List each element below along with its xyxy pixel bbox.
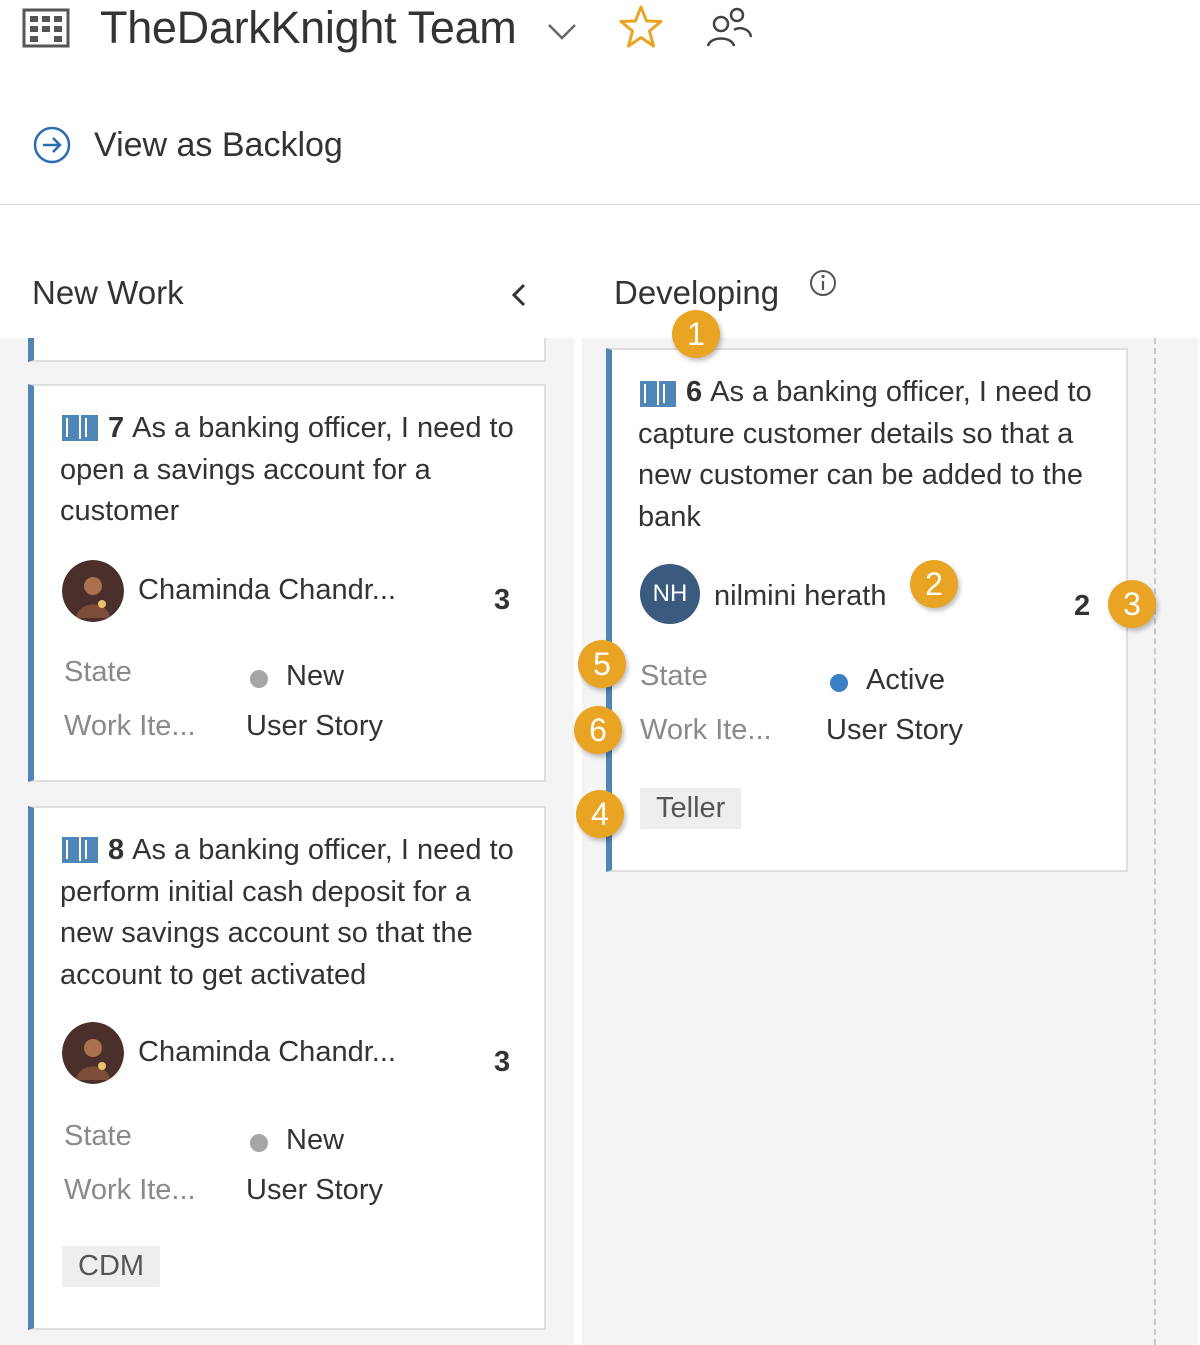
card-6[interactable]: 6 As a banking officer, I need to capture… bbox=[606, 348, 1128, 872]
board-grid-icon bbox=[22, 8, 70, 48]
state-value[interactable]: New bbox=[286, 1124, 344, 1157]
avatar bbox=[62, 1022, 124, 1084]
work-item-type-label: Work Ite... bbox=[64, 1174, 196, 1206]
callout-5: 5 bbox=[578, 640, 626, 688]
arrow-circle-right-icon bbox=[33, 126, 71, 164]
column-title-developing: Developing bbox=[614, 274, 780, 311]
state-label: State bbox=[64, 656, 132, 688]
state-dot-icon bbox=[830, 674, 848, 692]
card-8[interactable]: 8 As a banking officer, I need to perform… bbox=[28, 806, 546, 1330]
work-item-type-value[interactable]: User Story bbox=[826, 714, 963, 747]
tag-badge[interactable]: Teller bbox=[640, 788, 742, 829]
work-item-type-label: Work Ite... bbox=[64, 710, 196, 742]
story-points[interactable]: 3 bbox=[494, 1046, 510, 1079]
card-title: As a banking officer, I need to capture … bbox=[638, 376, 1092, 533]
card-id: 6 bbox=[686, 376, 703, 408]
card-id: 7 bbox=[108, 412, 125, 444]
callout-6: 6 bbox=[574, 706, 622, 754]
column-title-new-work: New Work bbox=[32, 274, 184, 311]
story-points[interactable]: 2 bbox=[1074, 590, 1090, 623]
header-divider bbox=[0, 204, 1200, 205]
story-points[interactable]: 3 bbox=[494, 584, 510, 617]
work-item-type-label: Work Ite... bbox=[640, 714, 772, 746]
collapse-chevron-icon[interactable] bbox=[502, 278, 536, 312]
assignee-name[interactable]: Chaminda Chandr... bbox=[138, 1036, 396, 1069]
team-name[interactable]: TheDarkKnight Team bbox=[100, 2, 517, 54]
info-icon[interactable] bbox=[808, 268, 838, 298]
card-7[interactable]: 7 As a banking officer, I need to open a … bbox=[28, 384, 546, 782]
state-label: State bbox=[64, 1120, 132, 1152]
lane-dashed-border bbox=[1154, 338, 1156, 1345]
star-icon[interactable] bbox=[618, 4, 664, 50]
card-title-link[interactable]: 6 As a banking officer, I need to capture… bbox=[638, 372, 1108, 538]
card-id: 8 bbox=[108, 834, 125, 866]
chevron-down-icon[interactable] bbox=[544, 16, 580, 46]
card-title: As a banking officer, I need to perform … bbox=[60, 834, 514, 991]
tag-badge[interactable]: CDM bbox=[62, 1246, 161, 1287]
card-title-link[interactable]: 7 As a banking officer, I need to open a … bbox=[60, 408, 530, 533]
state-value[interactable]: Active bbox=[866, 664, 945, 697]
callout-3: 3 bbox=[1108, 580, 1156, 628]
callout-4: 4 bbox=[576, 790, 624, 838]
state-dot-icon bbox=[250, 1134, 268, 1152]
card-title: As a banking officer, I need to open a s… bbox=[60, 412, 514, 527]
assignee-name[interactable]: Chaminda Chandr... bbox=[138, 574, 396, 607]
view-as-backlog-label: View as Backlog bbox=[94, 125, 343, 164]
callout-1: 1 bbox=[672, 310, 720, 358]
people-icon[interactable] bbox=[704, 4, 754, 50]
assignee-name[interactable]: nilmini herath bbox=[714, 580, 886, 613]
view-as-backlog-link[interactable]: View as Backlog bbox=[32, 120, 343, 170]
card-title-link[interactable]: 8 As a banking officer, I need to perform… bbox=[60, 830, 530, 996]
state-dot-icon bbox=[250, 670, 268, 688]
card-partial[interactable] bbox=[28, 338, 546, 362]
callout-2: 2 bbox=[910, 560, 958, 608]
avatar bbox=[62, 560, 124, 622]
work-item-type-value[interactable]: User Story bbox=[246, 1174, 383, 1207]
avatar: NH bbox=[640, 564, 700, 624]
state-label: State bbox=[640, 660, 708, 692]
work-item-type-value[interactable]: User Story bbox=[246, 710, 383, 743]
state-value[interactable]: New bbox=[286, 660, 344, 693]
